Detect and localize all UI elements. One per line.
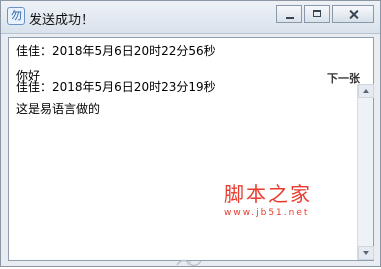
scroll-down-button[interactable]: [358, 246, 374, 260]
watermark-logo: 脚本之家: [224, 182, 312, 206]
window-title: 发送成功！: [29, 13, 95, 28]
minimize-button[interactable]: [276, 5, 302, 23]
title-bar[interactable]: 勿 发送成功！: [1, 1, 380, 34]
window-controls: [274, 5, 374, 25]
maximize-button[interactable]: [304, 5, 330, 23]
scroll-up-button[interactable]: [358, 84, 374, 98]
close-button[interactable]: [332, 5, 374, 23]
message-display: 佳佳：2018年5月6日20时22分56秒 你好 佳佳：2018年5月6日20时…: [8, 37, 374, 267]
watermark-url: www.jb51.net: [224, 208, 310, 218]
message-line: 佳佳：2018年5月6日20时23分19秒: [16, 80, 216, 94]
message-line: 佳佳：2018年5月6日20时22分56秒: [16, 44, 216, 58]
app-icon: 勿: [7, 7, 25, 25]
next-page-link[interactable]: 下一张: [327, 70, 360, 86]
app-icon-glyph: 勿: [11, 9, 22, 22]
message-line: 这是易语言做的: [16, 102, 101, 116]
dialog-window: 勿 发送成功！ 佳佳：2018年5月6日20时22分56秒 你好 佳佳：2018…: [0, 0, 381, 267]
vertical-scrollbar[interactable]: [357, 84, 374, 260]
watermark: 脚本之家 www.jb51.net: [224, 183, 354, 219]
